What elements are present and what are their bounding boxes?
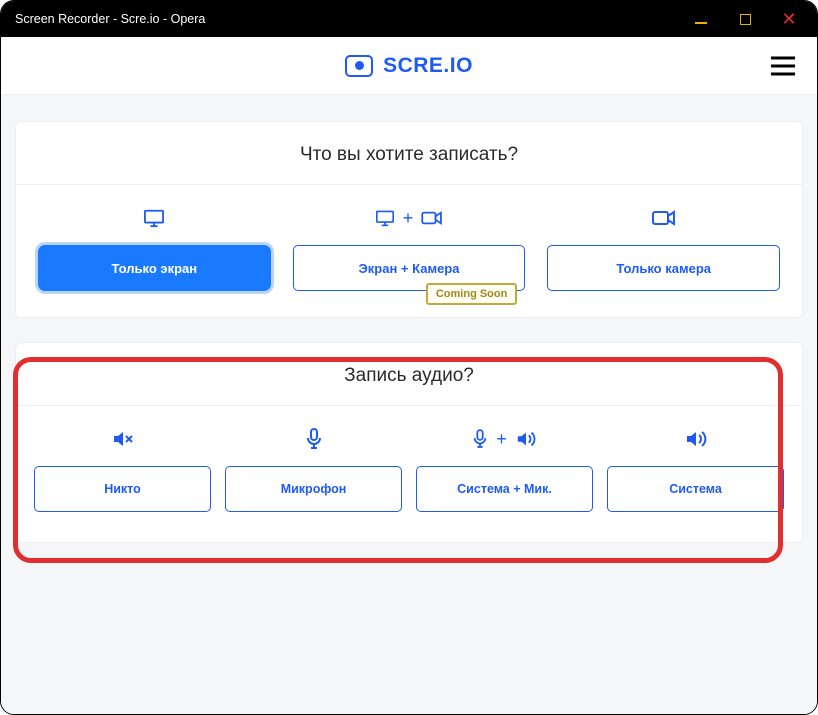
app-window: Screen Recorder - Scre.io - Opera ✕ SCRE… [0, 0, 818, 715]
brand-name: SCRE.IO [383, 54, 473, 78]
speaker-icon [684, 428, 708, 450]
record-source-options: Только экран + [16, 185, 802, 317]
option-screen-camera: + Экран + Камера Coming Soon [293, 205, 526, 291]
speaker-icon [515, 429, 537, 449]
screen-only-button[interactable]: Только экран [38, 245, 271, 291]
option-screen-only: Только экран [38, 205, 271, 291]
main-body: Что вы хотите записать? Только экран [1, 95, 817, 587]
audio-system-mic-label: Система + Мик. [457, 482, 552, 496]
monitor-icon [375, 209, 395, 227]
audio-mic-label: Микрофон [281, 482, 347, 496]
camera-icon [421, 210, 443, 226]
audio-source-options: Никто Микрофон [16, 406, 802, 542]
camera-only-button[interactable]: Только камера [547, 245, 780, 291]
audio-mic-button[interactable]: Микрофон [225, 466, 402, 512]
coming-soon-badge: Coming Soon [426, 283, 518, 305]
option-audio-system-mic: + Система + Мик. [416, 426, 593, 512]
option-audio-none: Никто [34, 426, 211, 512]
content-area: SCRE.IO Что вы хотите записать? [1, 37, 817, 714]
camera-icon [652, 209, 676, 227]
maximize-button[interactable] [723, 1, 767, 37]
audio-source-card: Запись аудио? Никто [15, 342, 803, 543]
monitor-icon [143, 208, 165, 228]
speaker-mute-icon [111, 428, 135, 450]
app-header: SCRE.IO [1, 37, 817, 95]
minimize-button[interactable] [679, 1, 723, 37]
screen-only-label: Только экран [112, 261, 198, 276]
audio-source-title: Запись аудио? [16, 343, 802, 406]
screen-camera-label: Экран + Камера [359, 261, 460, 276]
plus-icon: + [403, 208, 414, 229]
audio-system-label: Система [669, 482, 722, 496]
record-source-card: Что вы хотите записать? Только экран [15, 121, 803, 318]
window-controls: ✕ [679, 1, 811, 37]
close-button[interactable]: ✕ [767, 1, 811, 37]
audio-system-button[interactable]: Система [607, 466, 784, 512]
audio-system-mic-button[interactable]: Система + Мик. [416, 466, 593, 512]
brand-logo[interactable]: SCRE.IO [345, 54, 473, 78]
plus-icon: + [496, 429, 507, 450]
audio-none-button[interactable]: Никто [34, 466, 211, 512]
camera-icon [345, 55, 373, 77]
camera-only-label: Только камера [616, 261, 711, 276]
microphone-icon [472, 429, 488, 449]
titlebar: Screen Recorder - Scre.io - Opera ✕ [1, 1, 817, 37]
record-source-title: Что вы хотите записать? [16, 122, 802, 185]
option-audio-system: Система [607, 426, 784, 512]
option-audio-mic: Микрофон [225, 426, 402, 512]
option-camera-only: Только камера [547, 205, 780, 291]
hamburger-menu-button[interactable] [771, 56, 795, 75]
audio-none-label: Никто [104, 482, 141, 496]
window-title: Screen Recorder - Scre.io - Opera [15, 12, 205, 26]
microphone-icon [305, 428, 323, 450]
